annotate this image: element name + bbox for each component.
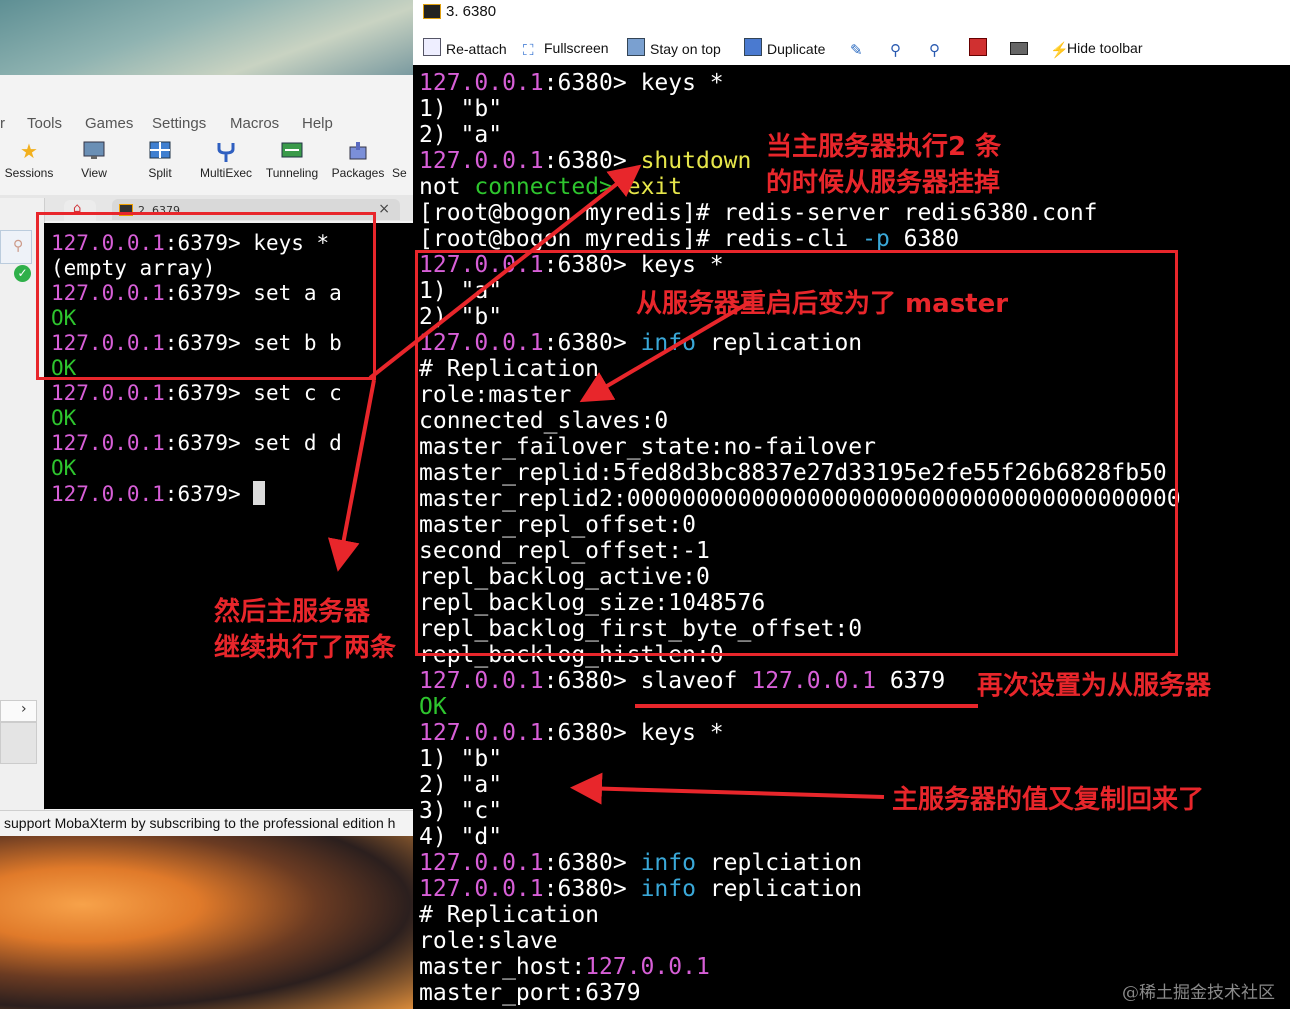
sidebar-scroll-area[interactable] bbox=[0, 722, 37, 764]
terminal-line: 127.0.0.1:6379> bbox=[51, 481, 266, 506]
duplicate-button[interactable]: Duplicate bbox=[744, 38, 825, 58]
tunneling-label: Tunneling bbox=[265, 166, 319, 180]
document-icon bbox=[423, 38, 441, 56]
menu-item-partial[interactable]: r bbox=[0, 115, 5, 132]
status-text: support MobaXterm by subscribing to the … bbox=[4, 815, 396, 831]
annotation-note-master-continue-2: 继续执行了两条 bbox=[214, 633, 397, 663]
save-icon bbox=[969, 38, 987, 56]
terminal-line: # Replication bbox=[419, 902, 600, 928]
reattach-button[interactable]: Re-attach bbox=[423, 38, 507, 58]
annotation-note-became-master: 从服务器重启后变为了 master bbox=[636, 289, 1009, 319]
zoom-in-icon: ⚲ bbox=[890, 42, 901, 59]
view-button[interactable]: View bbox=[61, 141, 127, 189]
package-icon bbox=[346, 141, 370, 163]
terminal-line: 2) "a" bbox=[419, 122, 503, 148]
terminal-line: master_host:127.0.0.1 bbox=[419, 954, 710, 980]
window-title: 3. 6380 bbox=[446, 3, 497, 20]
annotation-box-master-commands bbox=[36, 212, 376, 380]
terminal-line: [root@bogon myredis]# redis-cli -p 6380 bbox=[419, 226, 960, 252]
view-label: View bbox=[81, 166, 107, 180]
menu-macros[interactable]: Macros bbox=[230, 115, 279, 132]
printer-icon bbox=[1010, 42, 1028, 55]
terminal-line: 127.0.0.1:6379> set c c bbox=[51, 381, 342, 405]
window-icon bbox=[627, 38, 645, 56]
star-icon: ★ bbox=[20, 141, 38, 163]
terminal-line: OK bbox=[51, 456, 77, 480]
edit-button[interactable]: ✎ bbox=[850, 38, 871, 59]
annotation-note-values-copied: 主服务器的值又复制回来了 bbox=[892, 785, 1205, 815]
zoom-out-button[interactable]: ⚲ bbox=[929, 38, 950, 59]
multiexec-button[interactable]: MultiExec bbox=[193, 141, 259, 189]
stay-on-top-button[interactable]: Stay on top bbox=[627, 38, 721, 58]
terminal-line: 127.0.0.1:6379> set d d bbox=[51, 431, 342, 455]
settings-button-partial[interactable]: Se bbox=[392, 141, 413, 189]
terminal-line: 3) "c" bbox=[419, 798, 503, 824]
terminal-line: 127.0.0.1:6380> info replciation bbox=[419, 850, 863, 876]
terminal-line: 127.0.0.1:6380> keys * bbox=[419, 720, 724, 746]
terminal-line: 2) "a" bbox=[419, 772, 503, 798]
annotation-note-master-continue-1: 然后主服务器 bbox=[214, 597, 371, 627]
annotation-note-set-slave-again: 再次设置为从服务器 bbox=[977, 671, 1212, 701]
monitor-icon bbox=[82, 141, 106, 163]
zoom-in-button[interactable]: ⚲ bbox=[890, 38, 911, 59]
terminal-cursor bbox=[253, 481, 266, 505]
tunnel-icon bbox=[280, 141, 304, 163]
menu-tools[interactable]: Tools bbox=[27, 115, 62, 132]
zoom-out-icon: ⚲ bbox=[929, 42, 940, 59]
terminal-line: master_port:6379 bbox=[419, 980, 641, 1006]
window-toolbar: Re-attach ⛶ Fullscreen Stay on top Duplic… bbox=[413, 32, 1290, 64]
annotation-note-slave-down-1: 当主服务器执行2 条 bbox=[766, 132, 1002, 162]
chevron-right-icon: › bbox=[21, 701, 27, 717]
terminal-line: not connected> exit bbox=[419, 174, 683, 200]
terminal-line: OK bbox=[419, 694, 447, 720]
annotation-note-slave-down-2: 的时候从服务器挂掉 bbox=[766, 168, 1001, 198]
terminal-line: 4) "d" bbox=[419, 824, 503, 850]
split-icon bbox=[148, 141, 172, 163]
terminal-line: 127.0.0.1:6380> keys * bbox=[419, 70, 724, 96]
split-button[interactable]: Split bbox=[127, 141, 193, 189]
check-icon: ✓ bbox=[14, 265, 31, 282]
fullscreen-button[interactable]: ⛶ Fullscreen bbox=[523, 38, 609, 59]
close-tab-icon[interactable]: × bbox=[378, 201, 390, 217]
sessions-button[interactable]: ★ Sessions bbox=[0, 141, 62, 189]
duplicate-icon bbox=[744, 38, 762, 56]
terminal-line: 127.0.0.1:6380> slaveof 127.0.0.1 6379 bbox=[419, 668, 946, 694]
terminal-line: 127.0.0.1:6380> info replication bbox=[419, 876, 863, 902]
menu-help[interactable]: Help bbox=[302, 115, 333, 132]
wand-icon: ⚲ bbox=[13, 238, 24, 254]
terminal-line: role:slave bbox=[419, 928, 558, 954]
save-button[interactable] bbox=[969, 38, 992, 58]
desktop-wallpaper-top bbox=[0, 0, 413, 75]
lightning-icon: ⚡ bbox=[1050, 42, 1069, 59]
expand-button[interactable]: › bbox=[0, 700, 37, 722]
terminal-icon bbox=[423, 4, 441, 19]
settings-label-partial: Se bbox=[392, 166, 407, 180]
menu-settings[interactable]: Settings bbox=[152, 115, 206, 132]
sidebar-tool-button[interactable]: ⚲ bbox=[0, 230, 32, 264]
multiexec-label: MultiExec bbox=[199, 166, 252, 180]
pencil-icon: ✎ bbox=[850, 42, 863, 59]
window-title-bar: 3. 6380 bbox=[413, 0, 1290, 24]
terminal-line: [root@bogon myredis]# redis-server redis… bbox=[419, 200, 1098, 226]
terminal-line: 1) "b" bbox=[419, 96, 503, 122]
sessions-label: Sessions bbox=[4, 166, 54, 180]
split-label: Split bbox=[148, 166, 172, 180]
status-bar: support MobaXterm by subscribing to the … bbox=[0, 810, 413, 836]
watermark: @稀土掘金技术社区 bbox=[1122, 983, 1275, 1003]
fork-icon bbox=[214, 141, 238, 163]
terminal-line: OK bbox=[51, 406, 77, 430]
print-button[interactable] bbox=[1010, 38, 1033, 58]
packages-button[interactable]: Packages bbox=[325, 141, 391, 189]
terminal-line: 1) "b" bbox=[419, 746, 503, 772]
packages-label: Packages bbox=[331, 166, 385, 180]
tunneling-button[interactable]: Tunneling bbox=[259, 141, 325, 189]
menu-games[interactable]: Games bbox=[85, 115, 133, 132]
terminal-line: 127.0.0.1:6380> shutdown bbox=[419, 148, 752, 174]
fullscreen-icon: ⛶ bbox=[523, 42, 534, 59]
hide-toolbar-button[interactable]: ⚡Hide toolbar bbox=[1050, 38, 1143, 59]
desktop-wallpaper-bottom bbox=[0, 835, 413, 1009]
